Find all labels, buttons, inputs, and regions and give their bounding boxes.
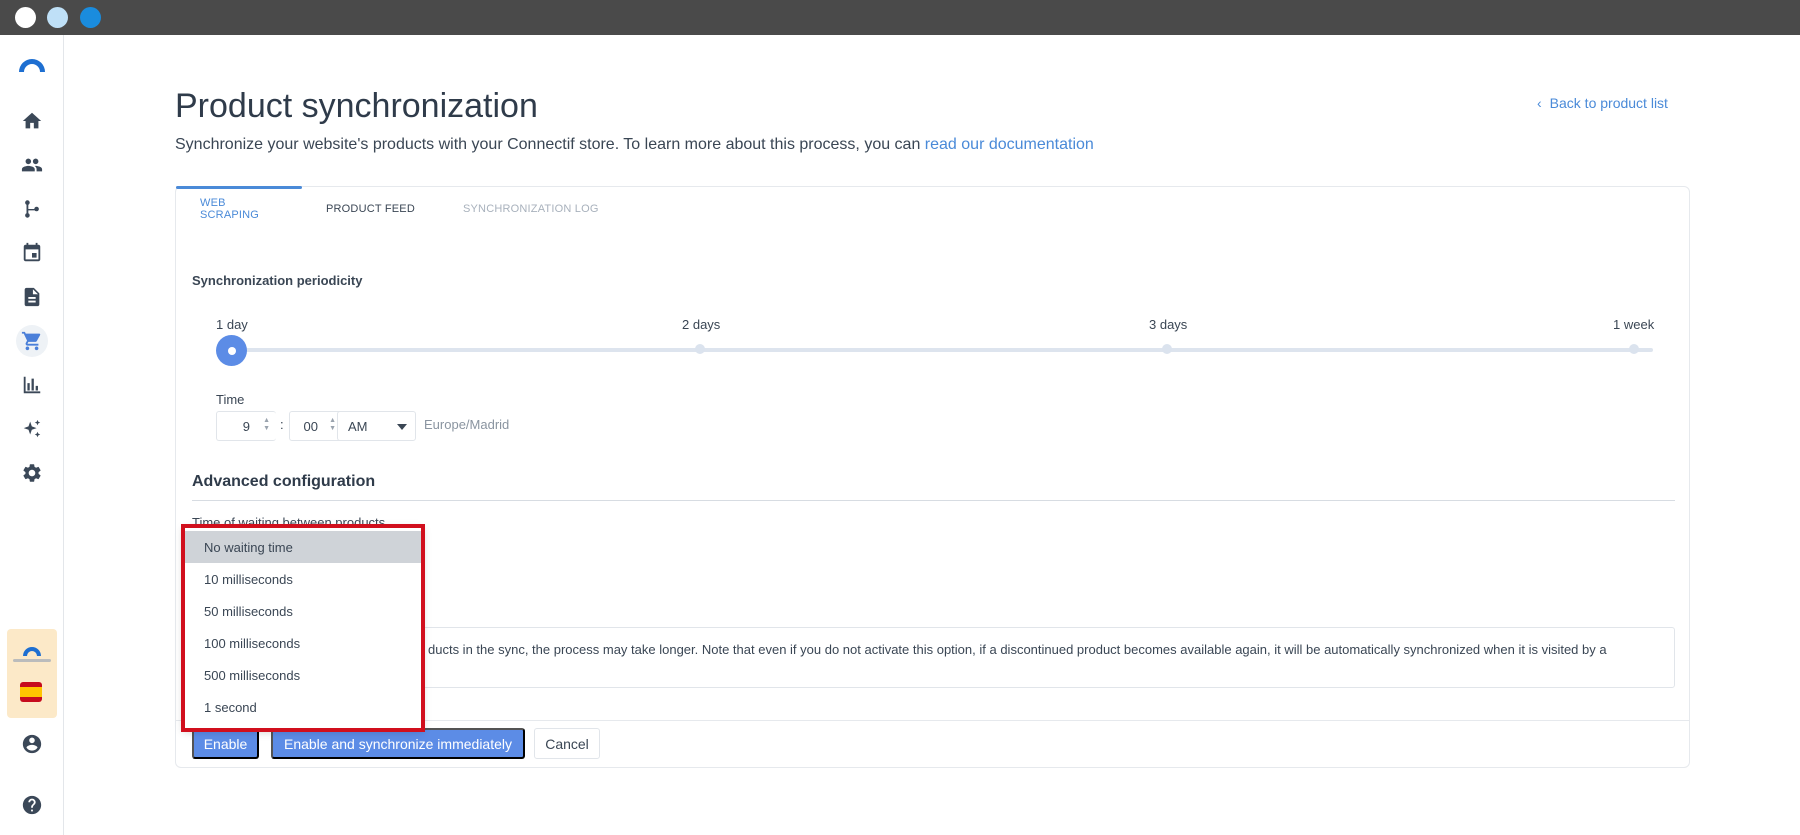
- periodicity-option-2-days[interactable]: 2 days: [682, 317, 720, 332]
- dropdown-option[interactable]: No waiting time: [183, 531, 423, 563]
- sidebar-item-calendar[interactable]: [16, 237, 48, 269]
- enable-and-sync-button[interactable]: Enable and synchronize immediately: [271, 728, 525, 759]
- sidebar-item-help[interactable]: [16, 789, 48, 821]
- sparkles-icon: [23, 419, 41, 438]
- sidebar-item-settings[interactable]: [16, 457, 48, 489]
- back-to-product-list-link[interactable]: ‹ Back to product list: [1537, 95, 1668, 111]
- store-name: [13, 659, 51, 662]
- sidebar-item-content[interactable]: [16, 281, 48, 313]
- ampm-value: AM: [348, 418, 368, 434]
- periodicity-option-1-day[interactable]: 1 day: [216, 317, 248, 332]
- sidebar: [0, 35, 64, 835]
- caret-down-icon: [397, 424, 407, 430]
- tab-web-scraping[interactable]: WEB SCRAPING: [176, 186, 302, 231]
- minutes-spinner-icon[interactable]: ▲ ▼: [329, 417, 336, 433]
- sidebar-item-account[interactable]: [16, 728, 48, 760]
- home-icon: [22, 112, 42, 129]
- window-close-button[interactable]: [15, 7, 36, 28]
- periodicity-slider-handle[interactable]: [216, 335, 247, 366]
- window-maximize-button[interactable]: [80, 7, 101, 28]
- dropdown-option[interactable]: 1 second: [183, 691, 423, 723]
- page-title: Product synchronization: [175, 87, 538, 125]
- spain-flag-icon: [20, 682, 42, 702]
- store-logo: [23, 647, 41, 656]
- users-icon: [21, 158, 43, 172]
- window-minimize-button[interactable]: [47, 7, 68, 28]
- sidebar-item-contacts[interactable]: [16, 149, 48, 181]
- page-subtitle: Synchronize your website's products with…: [175, 136, 1094, 154]
- tab-product-feed[interactable]: PRODUCT FEED: [302, 187, 439, 231]
- connectif-logo[interactable]: [16, 52, 48, 74]
- slider-tick[interactable]: [1162, 344, 1172, 354]
- tab-synchronization-log: SYNCHRONIZATION LOG: [462, 203, 599, 215]
- sidebar-item-store[interactable]: [16, 325, 48, 357]
- subtitle-text: Synchronize your website's products with…: [175, 136, 925, 153]
- dropdown-option[interactable]: 500 milliseconds: [183, 659, 423, 691]
- periodicity-slider-track[interactable]: [218, 348, 1653, 352]
- help-icon: [22, 795, 42, 815]
- divider: [192, 500, 1675, 501]
- enable-button[interactable]: Enable: [192, 728, 259, 759]
- sidebar-item-ai[interactable]: [16, 413, 48, 445]
- chevron-left-icon: ‹: [1537, 95, 1542, 111]
- time-label: Time: [216, 392, 245, 407]
- waiting-time-dropdown: No waiting time 10 milliseconds 50 milli…: [183, 526, 423, 730]
- slider-tick[interactable]: [695, 344, 705, 354]
- minutes-input[interactable]: 00 ▲ ▼: [289, 411, 343, 441]
- account-icon: [22, 734, 42, 754]
- periodicity-option-3-days[interactable]: 3 days: [1149, 317, 1187, 332]
- dropdown-option[interactable]: 50 milliseconds: [183, 595, 423, 627]
- sidebar-item-home[interactable]: [16, 105, 48, 137]
- sidebar-item-workflows[interactable]: [16, 193, 48, 225]
- workflow-icon: [25, 200, 39, 218]
- documentation-link[interactable]: read our documentation: [925, 136, 1094, 153]
- gear-icon: [23, 464, 41, 482]
- hour-spinner-icon[interactable]: ▲ ▼: [263, 417, 270, 433]
- document-icon: [24, 287, 40, 307]
- bar-chart-icon: [23, 376, 41, 394]
- sidebar-item-reports[interactable]: [16, 369, 48, 401]
- store-selector[interactable]: [7, 629, 57, 718]
- time-separator: :: [280, 417, 284, 432]
- slider-tick[interactable]: [1629, 344, 1639, 354]
- periodicity-label: Synchronization periodicity: [192, 273, 363, 288]
- cart-icon: [21, 331, 41, 351]
- dropdown-option[interactable]: 10 milliseconds: [183, 563, 423, 595]
- calendar-icon: [23, 242, 41, 262]
- hour-input[interactable]: 9 ▲ ▼: [216, 411, 276, 441]
- advanced-configuration-title: Advanced configuration: [192, 473, 376, 490]
- back-link-label: Back to product list: [1549, 95, 1668, 111]
- ampm-select[interactable]: AM: [337, 411, 416, 441]
- cancel-button[interactable]: Cancel: [534, 728, 600, 759]
- timezone-label: Europe/Madrid: [424, 417, 510, 432]
- window-title-bar: [0, 0, 1800, 35]
- periodicity-option-1-week[interactable]: 1 week: [1613, 317, 1654, 332]
- hour-value: 9: [242, 418, 250, 434]
- tab-bar: WEB SCRAPING PRODUCT FEED SYNCHRONIZATIO…: [176, 186, 623, 231]
- dropdown-option[interactable]: 100 milliseconds: [183, 627, 423, 659]
- minutes-value: 00: [303, 418, 318, 434]
